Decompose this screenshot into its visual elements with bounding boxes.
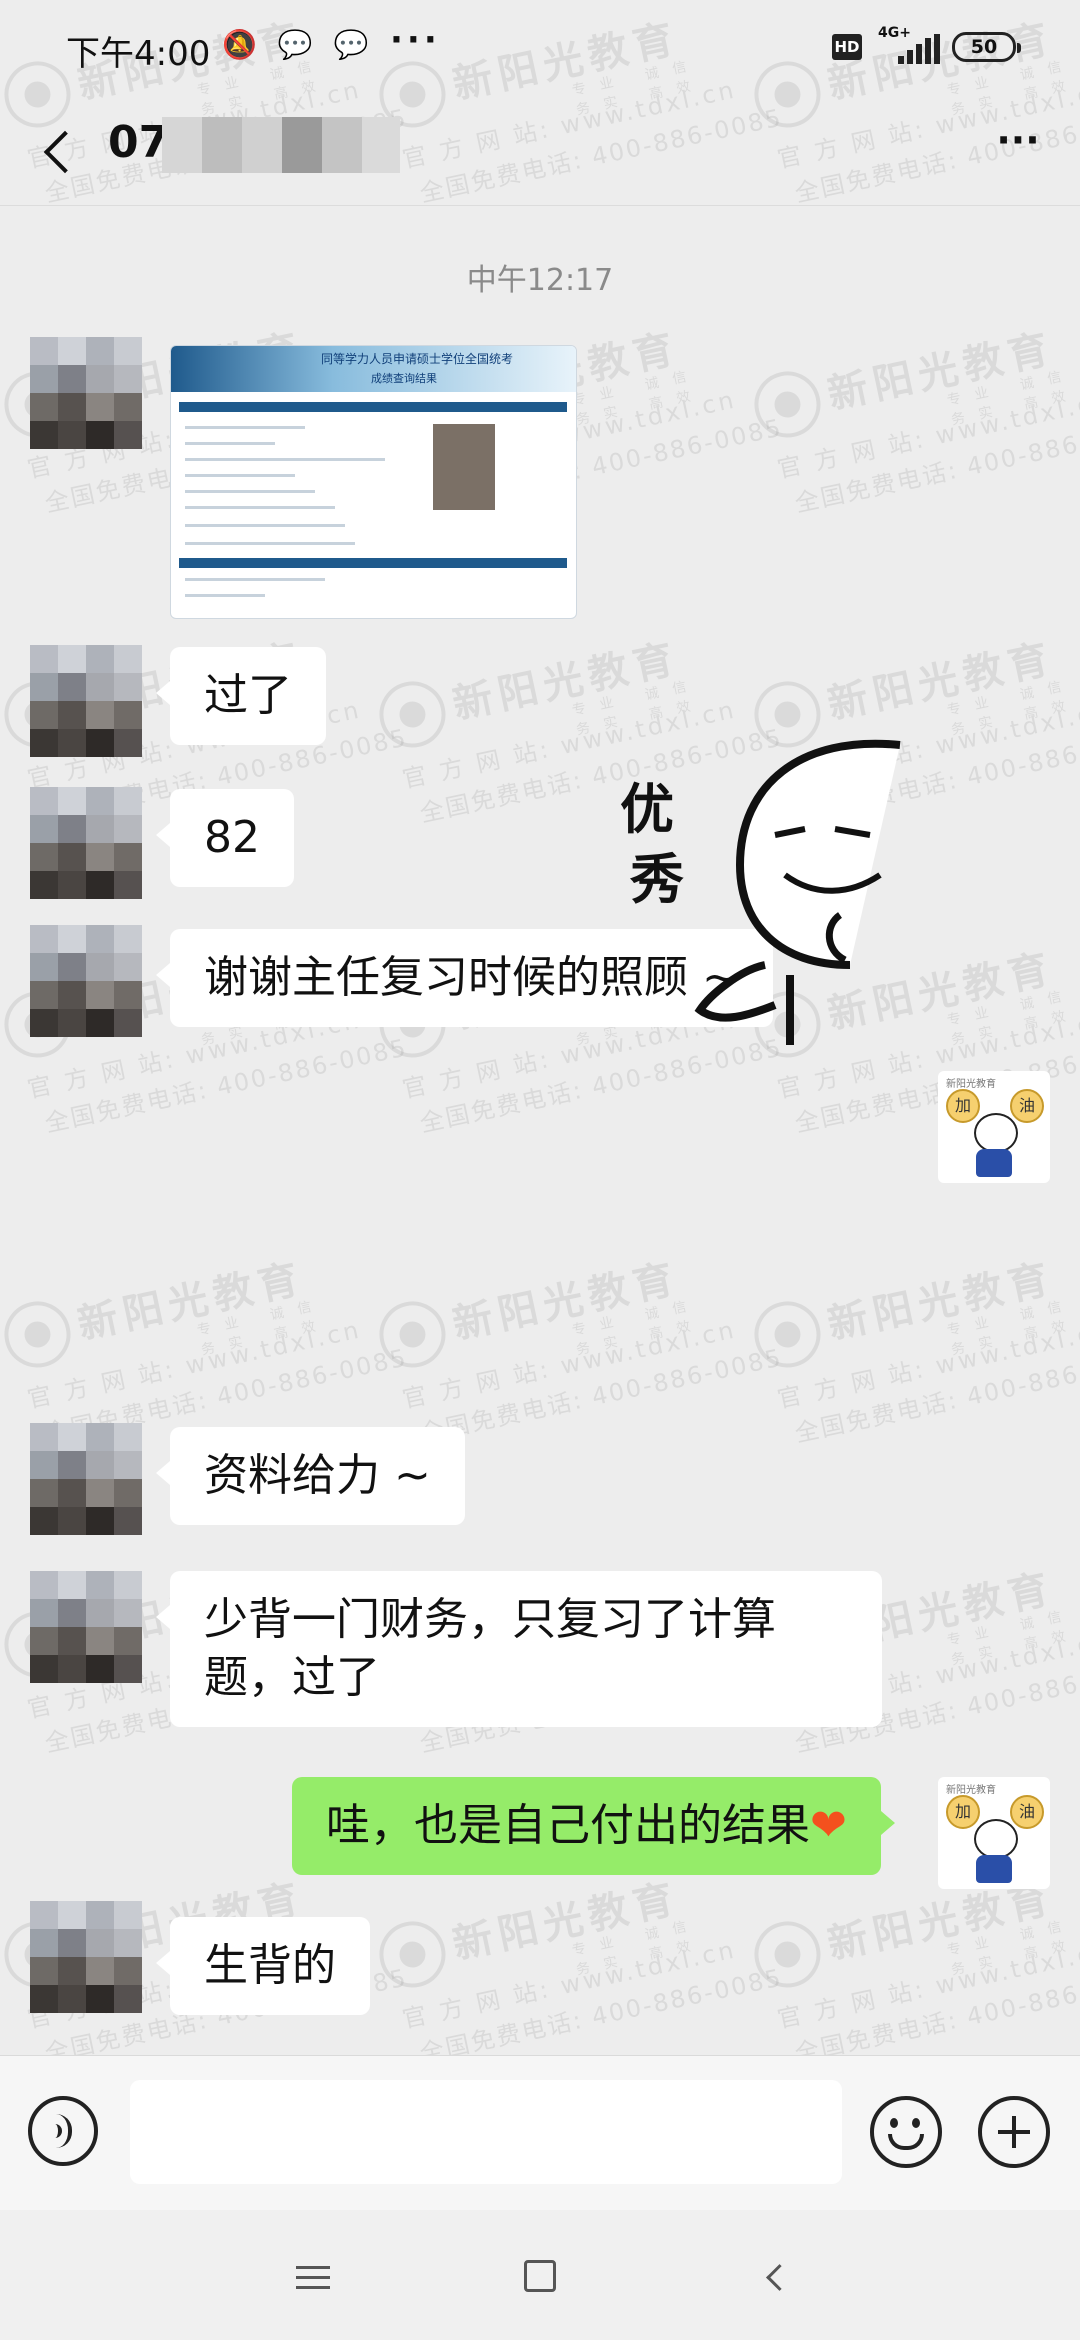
message-bubble[interactable]: 生背的 xyxy=(156,1917,370,2015)
avatar-caption: 新阳光教育 xyxy=(946,1079,996,1090)
image-row xyxy=(185,426,305,429)
message-bubble[interactable]: 过了 xyxy=(156,647,326,745)
my-avatar[interactable]: 新阳光教育 加 油 xyxy=(938,1071,1050,1183)
sticker-text: 秀 xyxy=(630,847,684,911)
avatar[interactable] xyxy=(30,337,142,449)
image-row xyxy=(185,594,265,597)
image-row xyxy=(185,474,295,477)
chat-header: 07 ··· xyxy=(0,95,1080,206)
back-button[interactable] xyxy=(30,115,100,185)
image-row xyxy=(185,524,345,527)
redacted-name xyxy=(162,117,400,173)
sticker-text: 优 xyxy=(620,777,674,841)
avatar[interactable] xyxy=(30,787,142,899)
home-icon[interactable] xyxy=(524,2260,556,2292)
message-text: 哇，也是自己付出的结果 xyxy=(326,1800,810,1851)
image-row xyxy=(185,542,355,545)
message-timestamp: 中午12:17 xyxy=(466,263,614,298)
hd-badge: HD xyxy=(832,34,862,60)
message-input[interactable] xyxy=(130,2080,842,2184)
more-options-button[interactable]: ··· xyxy=(988,121,1048,175)
image-row xyxy=(185,458,385,461)
avatar[interactable] xyxy=(30,1423,142,1535)
image-title: 同等学力人员申请硕士学位全国统考 xyxy=(321,352,514,366)
message-bubble[interactable]: 少背一门财务，只复习了计算题，过了 xyxy=(156,1571,882,1727)
message-bubble-outgoing[interactable]: 哇，也是自己付出的结果❤ xyxy=(292,1777,895,1875)
emoji-button[interactable] xyxy=(870,2096,942,2168)
system-nav-bar xyxy=(0,2210,1080,2340)
avatar-body xyxy=(976,1855,1012,1883)
signal-icon xyxy=(898,34,940,64)
avatar[interactable] xyxy=(30,645,142,757)
image-row xyxy=(185,442,275,445)
status-time: 下午4:00 xyxy=(66,34,211,74)
more-actions-button[interactable] xyxy=(978,2096,1050,2168)
more-notifications-icon: ··· xyxy=(390,20,441,60)
menu-icon[interactable] xyxy=(296,2266,336,2294)
avatar-char: 加 xyxy=(946,1795,980,1829)
avatar-head xyxy=(974,1819,1018,1859)
avatar[interactable] xyxy=(30,1571,142,1683)
avatar[interactable] xyxy=(30,925,142,1037)
image-section-bar xyxy=(179,558,567,568)
message-bubble[interactable]: 82 xyxy=(156,789,294,887)
image-row xyxy=(185,490,315,493)
avatar-caption: 新阳光教育 xyxy=(946,1785,996,1796)
message-bubble[interactable]: 资料给力 ~ xyxy=(156,1427,465,1525)
input-bar xyxy=(0,2055,1080,2211)
image-section-bar xyxy=(179,402,567,412)
chat-title: 07 xyxy=(108,117,170,168)
status-bar: 下午4:00 🔕 💬 💬 ··· HD 4G+ 50 xyxy=(0,0,1080,95)
avatar-char: 油 xyxy=(1010,1795,1044,1829)
chat-area[interactable]: 中午12:17 同等学力人员申请硕士学位全国统考 成绩查询结果 过了 82 谢谢… xyxy=(0,205,1080,2055)
heart-emoji-icon: ❤ xyxy=(810,1800,847,1851)
avatar-head xyxy=(974,1113,1018,1153)
avatar-char: 油 xyxy=(1010,1089,1044,1123)
id-photo xyxy=(433,424,495,510)
my-avatar[interactable]: 新阳光教育 加 油 xyxy=(938,1777,1050,1889)
voice-input-button[interactable] xyxy=(28,2096,98,2166)
system-back-icon[interactable] xyxy=(760,2262,790,2292)
sticker-youxiu[interactable]: 优 秀 xyxy=(600,725,920,1045)
avatar-char: 加 xyxy=(946,1089,980,1123)
battery-icon: 50 xyxy=(952,32,1021,62)
score-report-image[interactable]: 同等学力人员申请硕士学位全国统考 成绩查询结果 xyxy=(170,345,577,619)
notification-icons: 🔕 💬 💬 xyxy=(222,28,375,61)
image-row xyxy=(185,578,325,581)
avatar-body xyxy=(976,1149,1012,1177)
image-row xyxy=(185,506,335,509)
image-subtitle: 成绩查询结果 xyxy=(371,372,437,385)
avatar[interactable] xyxy=(30,1901,142,2013)
